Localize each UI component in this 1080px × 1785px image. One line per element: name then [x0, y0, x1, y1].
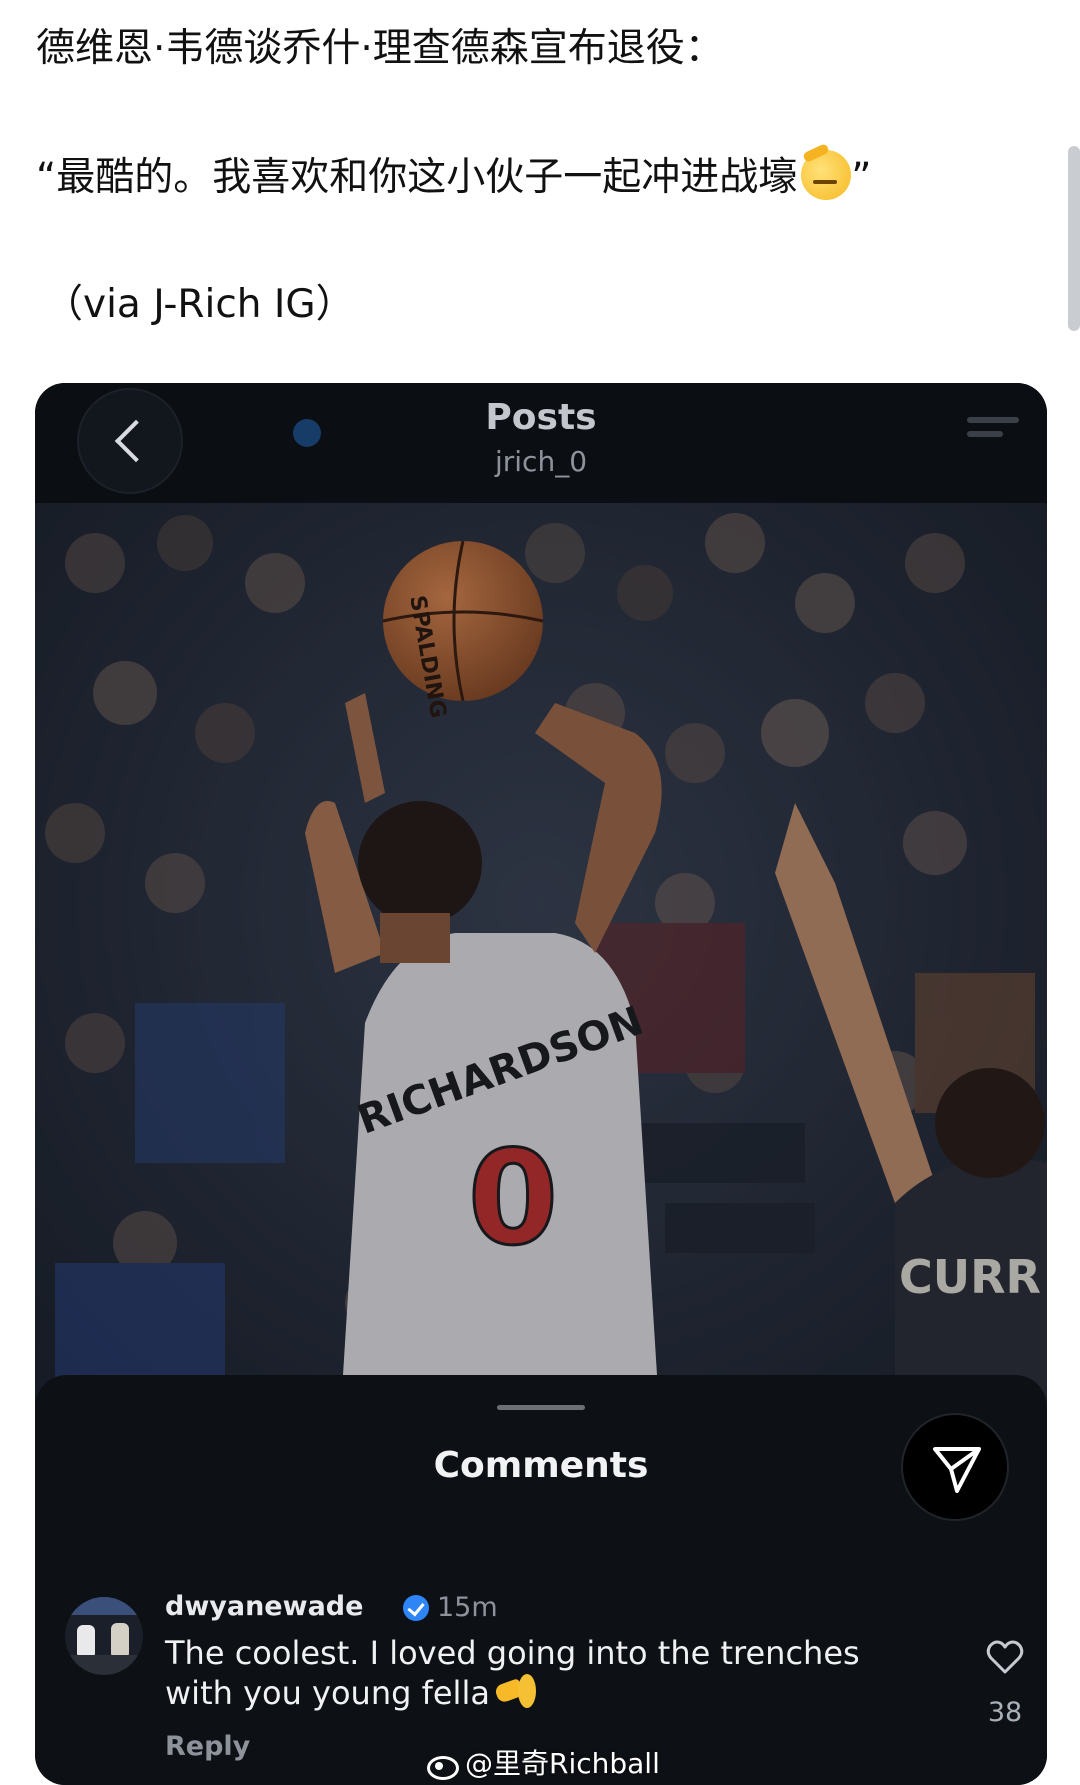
comment-time: 15m: [437, 1592, 498, 1623]
sheet-handle[interactable]: [497, 1405, 585, 1410]
post-photo[interactable]: SPALDING RICHARDSON 0 CURR: [35, 503, 1047, 1503]
post-line-1: 德维恩·韦德谈乔什·理查德森宣布退役：: [36, 26, 724, 71]
comment-username[interactable]: dwyanewade: [165, 1591, 363, 1622]
scrollbar-thumb[interactable]: [1068, 146, 1080, 331]
reply-button[interactable]: Reply: [165, 1731, 250, 1762]
send-icon: [933, 1447, 981, 1493]
verified-badge-icon: [403, 1595, 429, 1621]
ig-header: Posts jrich_0: [35, 383, 1047, 503]
weibo-watermark: @里奇Richball: [425, 1742, 660, 1782]
watermark-text: @里奇Richball: [465, 1747, 660, 1780]
weibo-icon: [425, 1750, 459, 1780]
share-button[interactable]: [901, 1413, 1009, 1521]
instagram-screenshot[interactable]: Posts jrich_0 SPALDING RICHARDSON 0 CURR…: [35, 383, 1047, 1785]
basketball-photo: SPALDING RICHARDSON 0 CURR: [35, 503, 1047, 1503]
menu-icon[interactable]: [967, 417, 1019, 457]
like-count: 38: [987, 1697, 1023, 1728]
header-title: Posts: [485, 397, 597, 438]
post-quote: “最酷的。我喜欢和你这小伙子一起冲进战壕: [36, 155, 798, 200]
header-username[interactable]: jrich_0: [35, 445, 1047, 478]
avatar[interactable]: [65, 1597, 143, 1675]
post-quote-close: ”: [851, 155, 872, 200]
salute-emoji-icon: [801, 150, 852, 200]
saluting-hand-icon: [496, 1674, 540, 1708]
post-line-2: “最酷的。我喜欢和你这小伙子一起冲进战壕 ”: [36, 150, 871, 205]
comment-text: The coolest. I loved going into the tren…: [165, 1633, 885, 1713]
comments-sheet: Comments dwyanewade 15m The coolest. I l…: [35, 1375, 1047, 1785]
post-source: （via J-Rich IG）: [44, 282, 355, 327]
comments-title: Comments: [433, 1445, 649, 1486]
heart-icon[interactable]: [985, 1637, 1025, 1677]
